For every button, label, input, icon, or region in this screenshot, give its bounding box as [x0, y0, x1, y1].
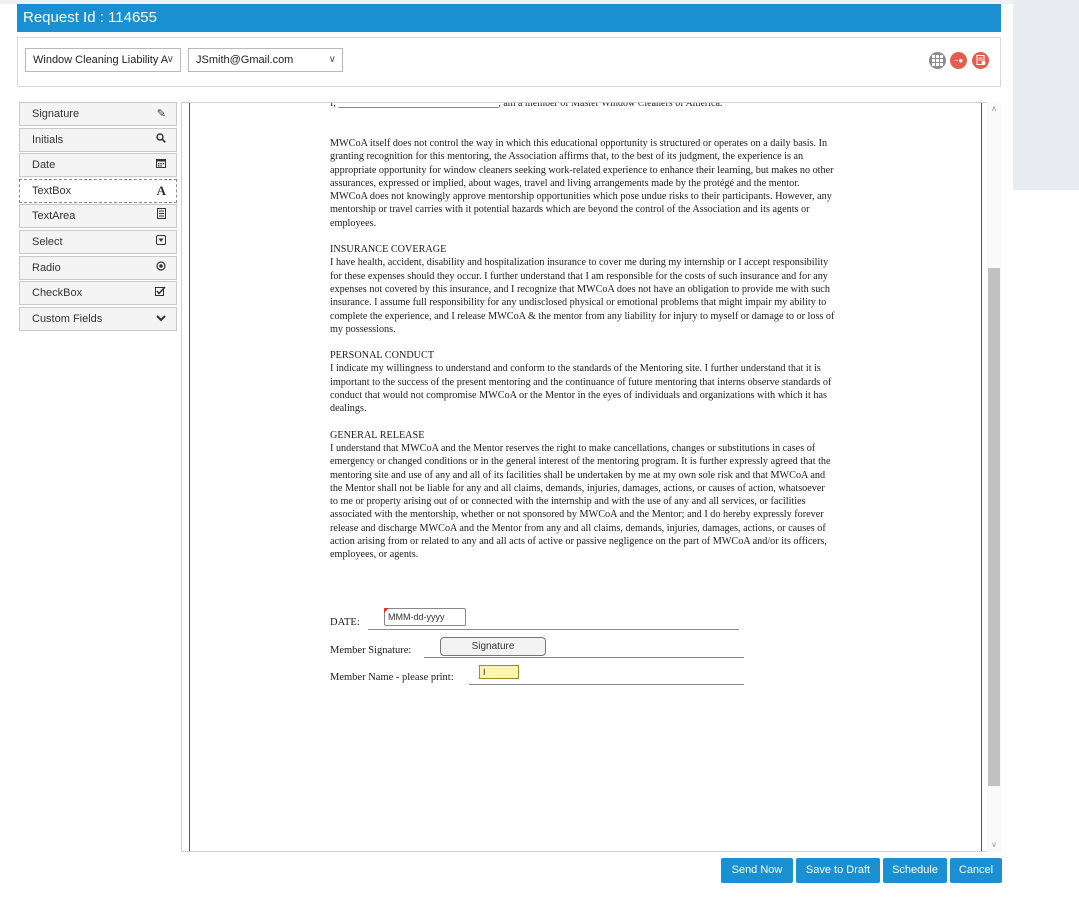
scrollbar-thumb[interactable] — [988, 268, 1000, 786]
date-field[interactable]: MMM-dd-yyyy — [384, 608, 466, 626]
field-initials[interactable]: Initials — [19, 127, 177, 152]
text-a-icon: A — [156, 182, 166, 198]
field-textarea[interactable]: TextArea — [19, 204, 177, 229]
date-label: DATE: — [330, 617, 360, 628]
schedule-button[interactable]: Schedule — [883, 858, 947, 883]
date-underline — [368, 629, 739, 630]
document-select[interactable]: Window Cleaning Liability A ∨ — [25, 48, 181, 72]
signature-label: Member Signature: — [330, 645, 412, 656]
recipient-select[interactable]: JSmith@Gmail.com ∨ — [188, 48, 343, 72]
field-custom-fields[interactable]: Custom Fields — [19, 306, 177, 331]
name-label: Member Name - please print: — [330, 672, 454, 683]
signature-underline — [424, 657, 744, 658]
calendar-icon — [156, 154, 166, 176]
page-edge — [189, 103, 190, 851]
document-top-line: I, ________________________________, am … — [330, 103, 830, 108]
field-signature[interactable]: Signature ✎ — [19, 102, 177, 126]
paragraph: I indicate my willingness to understand … — [330, 363, 832, 415]
scroll-up-arrow[interactable]: ∧ — [987, 102, 1001, 116]
signature-field[interactable]: Signature — [440, 637, 546, 656]
chevron-down-icon: ∨ — [166, 54, 174, 65]
document-settings-icon[interactable] — [972, 52, 989, 69]
document-body: MWCoA itself does not control the way in… — [330, 137, 835, 575]
search-icon — [156, 129, 166, 151]
field-select[interactable]: Select — [19, 229, 177, 254]
send-now-button[interactable]: Send Now — [721, 858, 793, 883]
grid-icon[interactable] — [929, 52, 946, 69]
radio-icon — [156, 257, 166, 279]
document-toolbar: Window Cleaning Liability A ∨ JSmith@Gma… — [17, 37, 1001, 87]
remove-user-icon[interactable]: −● — [950, 52, 967, 69]
chevron-down-icon: ∨ — [328, 54, 336, 65]
section-heading: PERSONAL CONDUCT — [330, 350, 435, 362]
background-panel — [1013, 0, 1079, 190]
section-heading: INSURANCE COVERAGE — [330, 244, 447, 256]
name-underline — [469, 684, 744, 685]
page-edge — [981, 103, 982, 851]
paragraph: MWCoA itself does not control the way in… — [330, 138, 834, 189]
chevron-down-icon — [156, 308, 166, 330]
save-draft-button[interactable]: Save to Draft — [796, 858, 880, 883]
field-radio[interactable]: Radio — [19, 255, 177, 280]
cancel-button[interactable]: Cancel — [950, 858, 1002, 883]
field-textbox[interactable]: TextBox A — [19, 178, 177, 203]
request-title: Request Id : 114655 — [23, 9, 157, 26]
field-checkbox[interactable]: CheckBox — [19, 281, 177, 306]
field-palette: Signature ✎ Initials Date TextBox A Text… — [19, 102, 177, 332]
request-title-bar: Request Id : 114655 — [17, 4, 1001, 32]
paragraph: MWCoA does not knowingly approve mentors… — [330, 191, 832, 229]
section-heading: GENERAL RELEASE — [330, 429, 425, 441]
document-viewer[interactable]: I, ________________________________, am … — [181, 102, 1001, 852]
name-textbox-field[interactable]: I — [479, 665, 519, 679]
paragraph: I understand that MWCoA and the Mentor r… — [330, 442, 831, 561]
textarea-icon — [157, 205, 166, 227]
scroll-down-arrow[interactable]: ∨ — [987, 838, 1001, 852]
paragraph: I have health, accident, disability and … — [330, 257, 835, 335]
field-date[interactable]: Date — [19, 153, 177, 178]
select-icon — [156, 231, 166, 253]
checkbox-icon — [155, 282, 166, 304]
pencil-icon: ✎ — [156, 108, 166, 120]
